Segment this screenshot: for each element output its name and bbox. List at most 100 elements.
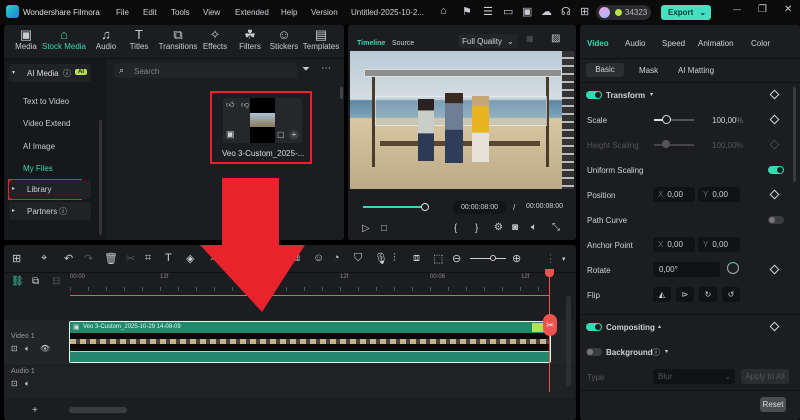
subtab-mask[interactable]: Mask [639, 66, 658, 75]
minimize-icon[interactable]: — [733, 5, 741, 14]
background-toggle[interactable] [586, 348, 602, 356]
menu-view[interactable]: View [203, 8, 220, 17]
playhead-handle[interactable] [545, 269, 554, 277]
add-track-icon[interactable]: ⧉ [32, 276, 39, 287]
flip-vertical-button[interactable]: ⊳ [676, 287, 694, 302]
tab-source[interactable]: Source [392, 40, 414, 47]
link-icon[interactable]: ⛓ [11, 276, 24, 287]
export-button[interactable]: Export ⌄ [661, 5, 711, 20]
subtab-basic[interactable]: Basic [586, 63, 624, 77]
keyframe-icon[interactable] [769, 114, 780, 125]
keyframe-icon[interactable] [769, 321, 780, 332]
tasks-icon[interactable]: ☰ [483, 5, 493, 18]
magnet-icon[interactable]: ⊟ [52, 276, 60, 287]
menu-edit[interactable]: Edit [143, 8, 157, 17]
edit-icon[interactable]: ▢ [277, 130, 285, 139]
add-track-button[interactable]: + [32, 405, 38, 416]
sidebar-item-text-to-video[interactable]: Text to Video [23, 97, 69, 106]
close-icon[interactable]: ✕ [784, 4, 792, 15]
snapshot-preview-icon[interactable]: ▨ [551, 33, 560, 44]
feedback-icon[interactable]: ⚑ [462, 5, 472, 18]
anchor-x-input[interactable]: X 0,00 [653, 237, 695, 252]
apps-icon[interactable]: ⊞ [580, 5, 589, 18]
filter-icon[interactable]: ⏷ [302, 64, 310, 75]
sidebar-item-partners[interactable]: ▸ Partners ⓘ [9, 202, 91, 220]
fit-icon[interactable]: ⬚ [433, 252, 443, 265]
media-scrollbar[interactable] [340, 87, 343, 99]
split-icon[interactable]: ✂ [126, 252, 135, 265]
restore-icon[interactable]: ❐ [758, 4, 767, 15]
anchor-y-input[interactable]: Y 0,00 [698, 237, 740, 252]
rotate-dial-icon[interactable] [727, 262, 739, 274]
tab-speed[interactable]: Speed [662, 39, 685, 48]
tab-audio[interactable]: Audio [625, 39, 645, 48]
reset-button[interactable]: Reset [760, 397, 786, 412]
subtab-ai-matting[interactable]: AI Matting [678, 66, 714, 75]
eye-icon[interactable]: 👁︎ [40, 344, 50, 353]
support-icon[interactable]: ☊ [561, 5, 571, 18]
play-icon[interactable]: ▷ [362, 223, 370, 234]
shield-icon[interactable]: ⛉ [354, 252, 362, 265]
sidebar-item-my-files[interactable]: My Files [23, 164, 53, 173]
background-header[interactable]: Background [606, 348, 653, 357]
snapshot-icon[interactable]: ◙ [512, 222, 518, 233]
volume-icon[interactable]: 🔈︎ [531, 222, 537, 233]
search-input[interactable]: ⌕ Search [114, 63, 297, 78]
grid-icon[interactable]: ▦ [526, 34, 534, 43]
undo-icon[interactable]: ↶ [64, 252, 73, 265]
cloud-icon[interactable]: ☁ [541, 5, 552, 18]
microphone-icon[interactable]: 🎙︎ [374, 252, 388, 265]
gift-icon[interactable]: ⌂ [440, 5, 447, 17]
tab-video[interactable]: Video [587, 39, 609, 48]
mark-out-icon[interactable]: } [475, 223, 478, 234]
tab-color[interactable]: Color [751, 39, 770, 48]
tab-animation[interactable]: Animation [698, 39, 734, 48]
more-icon[interactable]: ⋯ [321, 63, 331, 74]
playback-progress[interactable] [363, 206, 426, 208]
zoom-slider[interactable] [470, 258, 506, 259]
fullscreen-icon[interactable]: ⤡ [552, 222, 560, 233]
position-y-input[interactable]: Y 0,00 [698, 187, 740, 202]
menu-file[interactable]: File [116, 8, 129, 17]
media-item-card[interactable]: 👍︎ 👎︎ ▣ ▢ + Veo 3-Custom_2025-... [210, 91, 312, 164]
uniform-scaling-toggle[interactable] [768, 166, 784, 174]
mute-icon[interactable]: 🔈︎ [25, 379, 30, 389]
lock-icon[interactable]: ⊡ [11, 344, 18, 353]
keyframe-icon[interactable] [769, 189, 780, 200]
crop-icon[interactable]: ⌗ [145, 252, 151, 265]
portrait-icon[interactable]: ☺ [313, 252, 324, 264]
timeline-horizontal-scrollbar[interactable] [69, 407, 127, 413]
quality-dropdown[interactable]: Full Quality ⌄ [458, 34, 518, 48]
sidebar-item-video-extend[interactable]: Video Extend [23, 119, 70, 128]
menu-extended[interactable]: Extended [235, 8, 269, 17]
thumbs-up-icon[interactable]: 👍︎ [226, 100, 234, 110]
menu-version[interactable]: Version [311, 8, 338, 17]
layout-icon[interactable]: ▭ [503, 5, 513, 18]
scale-slider[interactable] [654, 119, 694, 121]
sidebar-scrollbar[interactable] [99, 120, 102, 235]
tab-templates[interactable]: ▤ Templates [299, 28, 343, 52]
flip-horizontal-button[interactable]: ◭ [653, 287, 671, 302]
menu-help[interactable]: Help [281, 8, 297, 17]
transform-header[interactable]: Transform [606, 91, 645, 100]
sidebar-item-library[interactable]: ▸ Library [9, 180, 91, 198]
zoom-out-icon[interactable]: ⊖ [452, 252, 461, 265]
select-tool-icon[interactable]: ⌖ [41, 252, 47, 265]
chevron-down-icon[interactable]: ▾ [562, 255, 566, 263]
split-scissors-button[interactable]: ✂ [543, 314, 557, 336]
mute-icon[interactable]: 🔈︎ [25, 344, 30, 354]
mark-in-icon[interactable]: { [454, 223, 457, 234]
zoom-slider-handle[interactable] [490, 255, 496, 261]
rotate-input[interactable]: 0,00° [653, 262, 720, 277]
redo-icon[interactable]: ↷ [84, 252, 93, 265]
path-curve-toggle[interactable] [768, 216, 784, 224]
sidebar-item-ai-image[interactable]: AI Image [23, 142, 55, 151]
speed-icon[interactable]: ◔ [333, 252, 340, 264]
stop-icon[interactable]: □ [381, 223, 387, 234]
credits-pill[interactable]: 34323 [596, 5, 651, 20]
render-settings-icon[interactable]: ⚙ [494, 222, 503, 233]
menu-tools[interactable]: Tools [171, 8, 190, 17]
keyframe-icon[interactable] [769, 264, 780, 275]
compositing-header[interactable]: Compositing [606, 323, 655, 332]
transform-toggle[interactable] [586, 91, 602, 99]
